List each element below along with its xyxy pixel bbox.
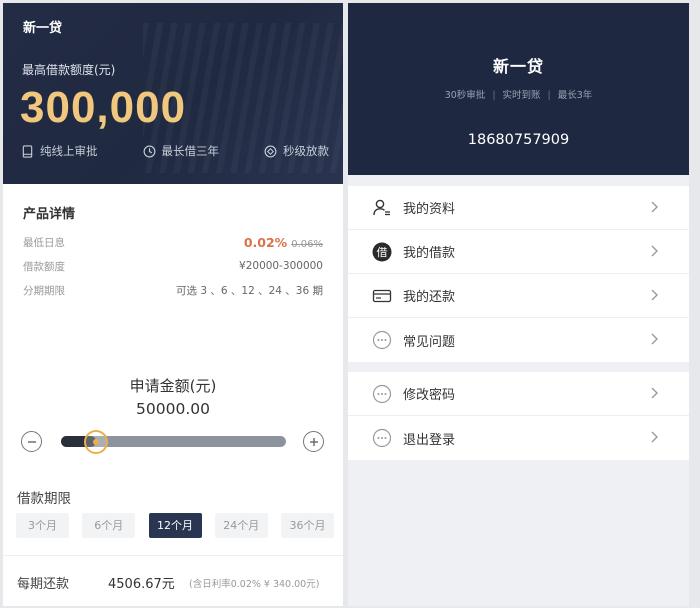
menu-label: 我的借款 bbox=[403, 246, 456, 261]
menu-item-change-password[interactable]: 修改密码 bbox=[348, 372, 689, 416]
original-rate: 0.06% bbox=[291, 238, 323, 250]
loan-product-panel: 新一贷 最高借款额度(元) 300,000 纯线上审批 最长借三年 秒级放款 产… bbox=[3, 3, 343, 606]
menu-item-my-loans[interactable]: 借 我的借款 bbox=[348, 230, 689, 274]
settings-menu: 修改密码 退出登录 bbox=[348, 372, 689, 460]
loan-badge-char: 借 bbox=[377, 246, 388, 259]
detail-label: 分期期限 bbox=[23, 284, 65, 297]
user-profile-icon bbox=[372, 198, 392, 218]
menu-item-logout[interactable]: 退出登录 bbox=[348, 416, 689, 460]
more-dots-icon bbox=[372, 428, 392, 448]
chevron-right-icon bbox=[651, 431, 658, 443]
tag-separator: | bbox=[492, 90, 496, 101]
limit-amount: 300,000 bbox=[20, 83, 187, 132]
chevron-right-icon bbox=[651, 245, 658, 257]
menu-label: 我的资料 bbox=[403, 202, 456, 217]
term-option[interactable]: 24个月 bbox=[214, 513, 268, 538]
menu-item-my-repayments[interactable]: 我的还款 bbox=[348, 274, 689, 318]
loan-badge-icon: 借 bbox=[372, 242, 392, 262]
chevron-right-icon bbox=[651, 387, 658, 399]
tag-separator: | bbox=[547, 90, 551, 101]
more-dots-icon bbox=[372, 330, 392, 350]
apply-amount-value: 50000.00 bbox=[136, 400, 210, 418]
detail-value: 可选 3 、6 、12 、24 、36 期 bbox=[176, 284, 323, 297]
term-option[interactable]: 6个月 bbox=[82, 513, 136, 538]
diamond-icon bbox=[264, 145, 277, 157]
detail-title: 产品详情 bbox=[23, 207, 76, 222]
app-name: 新一贷 bbox=[23, 21, 63, 36]
repayment-value: 4506.67元 bbox=[108, 577, 175, 592]
menu-label: 退出登录 bbox=[403, 432, 456, 448]
chevron-right-icon bbox=[651, 201, 658, 213]
profile-header: 新一贷 30秒审批 | 实时到账 | 最长3年 18680757909 bbox=[348, 3, 689, 175]
feature-label: 最长借三年 bbox=[161, 144, 220, 158]
apply-amount-label: 申请金额(元) bbox=[129, 377, 217, 395]
profile-tags: 30秒审批 | 实时到账 | 最长3年 bbox=[348, 87, 689, 101]
feature-list: 纯线上审批 最长借三年 秒级放款 bbox=[21, 143, 329, 159]
tag: 实时到账 bbox=[502, 90, 541, 101]
detail-row: 分期期限 可选 3 、6 、12 、24 、36 期 bbox=[23, 278, 323, 302]
product-detail: 产品详情 最低日息 0.02% 0.06% 借款额度 ¥20000-300000 … bbox=[23, 203, 323, 302]
card-icon bbox=[372, 286, 392, 306]
daily-rate-value: 0.02% 0.06% bbox=[244, 235, 323, 250]
loan-term-label: 借款期限 bbox=[17, 491, 71, 507]
repayment-note: (含日利率0.02% ¥ 340.00元) bbox=[189, 579, 320, 590]
tag: 30秒审批 bbox=[444, 90, 486, 101]
minus-icon bbox=[27, 440, 36, 443]
limit-label: 最高借款额度(元) bbox=[22, 63, 116, 77]
loan-term-options: 3个月 6个月 12个月 24个月 36个月 bbox=[16, 513, 334, 538]
menu-label: 修改密码 bbox=[403, 388, 456, 403]
detail-value: ¥20000-300000 bbox=[239, 260, 323, 272]
menu-label: 我的还款 bbox=[403, 290, 456, 305]
account-panel: 新一贷 30秒审批 | 实时到账 | 最长3年 18680757909 我的资料 借 我… bbox=[348, 3, 689, 606]
detail-row: 最低日息 0.02% 0.06% bbox=[23, 230, 323, 254]
chevron-right-icon bbox=[651, 289, 658, 301]
decrease-amount-button[interactable] bbox=[21, 431, 42, 452]
plus-icon bbox=[309, 437, 318, 446]
feature-label: 纯线上审批 bbox=[40, 144, 98, 158]
term-option[interactable]: 3个月 bbox=[16, 513, 69, 538]
slider-handle[interactable] bbox=[83, 430, 108, 454]
term-option[interactable]: 12个月 bbox=[148, 513, 202, 538]
daily-rate: 0.02% bbox=[243, 234, 288, 250]
hero-banner: 新一贷 最高借款额度(元) 300,000 纯线上审批 最长借三年 秒级放款 bbox=[3, 3, 343, 184]
feature-item: 纯线上审批 bbox=[21, 143, 98, 159]
clock-icon bbox=[143, 145, 155, 157]
tag: 最长3年 bbox=[557, 90, 593, 101]
divider bbox=[3, 555, 343, 556]
detail-row: 借款额度 ¥20000-300000 bbox=[23, 254, 323, 278]
profile-title: 新一贷 bbox=[492, 57, 544, 76]
more-dots-icon bbox=[372, 384, 392, 404]
tablet-icon bbox=[22, 144, 33, 158]
chevron-right-icon bbox=[651, 333, 658, 345]
increase-amount-button[interactable] bbox=[303, 431, 324, 452]
term-option[interactable]: 36个月 bbox=[281, 513, 334, 538]
phone-number: 18680757909 bbox=[467, 132, 570, 148]
detail-label: 借款额度 bbox=[23, 260, 65, 273]
detail-label: 最低日息 bbox=[23, 236, 65, 249]
feature-item: 秒级放款 bbox=[264, 143, 329, 159]
menu-item-my-profile[interactable]: 我的资料 bbox=[348, 186, 689, 230]
menu-item-faq[interactable]: 常见问题 bbox=[348, 318, 689, 362]
feature-label: 秒级放款 bbox=[283, 144, 329, 158]
repayment-label: 每期还款 bbox=[17, 577, 70, 592]
feature-item: 最长借三年 bbox=[143, 143, 220, 159]
account-menu: 我的资料 借 我的借款 我的还款 常见问题 bbox=[348, 186, 689, 362]
menu-label: 常见问题 bbox=[403, 334, 456, 350]
